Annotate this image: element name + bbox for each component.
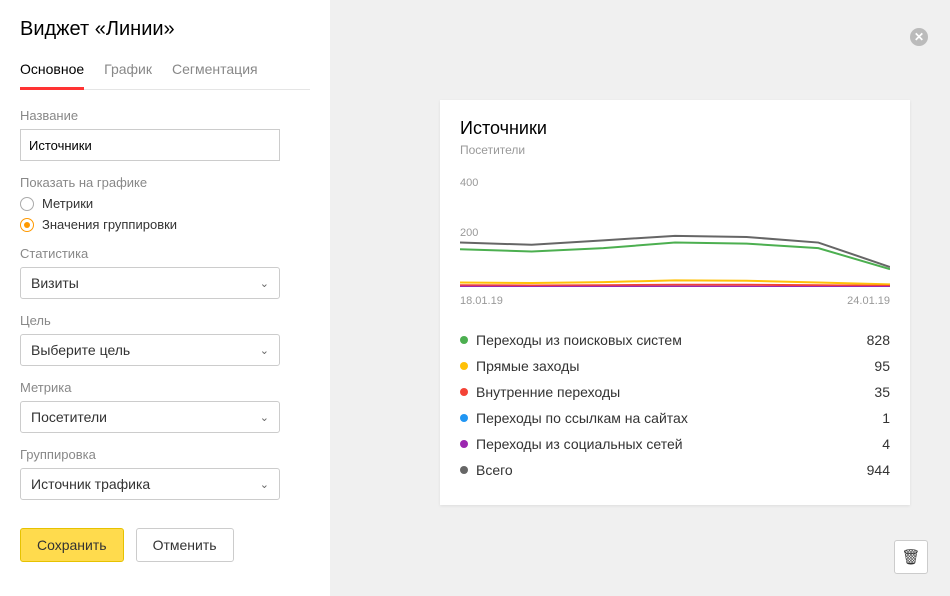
grouping-label: Группировка <box>20 447 310 462</box>
chevron-down-icon: ⌄ <box>260 277 269 290</box>
goal-select[interactable]: Выберите цель ⌄ <box>20 334 280 366</box>
legend: Переходы из поисковых систем 828 Прямые за… <box>460 327 890 483</box>
legend-dot-icon <box>460 362 468 370</box>
goal-value: Выберите цель <box>31 342 130 358</box>
line-chart: 400 200 18.01.19 24.01.19 <box>460 177 890 307</box>
button-row: Сохранить Отменить <box>20 528 310 562</box>
legend-label: Переходы по ссылкам на сайтах <box>476 410 688 426</box>
legend-dot-icon <box>460 440 468 448</box>
save-button[interactable]: Сохранить <box>20 528 124 562</box>
statistic-select[interactable]: Визиты ⌄ <box>20 267 280 299</box>
legend-label: Прямые заходы <box>476 358 579 374</box>
grouping-select[interactable]: Источник трафика ⌄ <box>20 468 280 500</box>
show-radio-group: Метрики Значения группировки <box>20 196 310 232</box>
delete-button[interactable]: 🗑 <box>894 540 928 574</box>
legend-dot-icon <box>460 388 468 396</box>
cancel-button[interactable]: Отменить <box>136 528 234 562</box>
legend-dot-icon <box>460 336 468 344</box>
legend-row: Переходы из поисковых систем 828 <box>460 327 890 353</box>
legend-row: Прямые заходы 95 <box>460 353 890 379</box>
radio-grouping-label: Значения группировки <box>42 217 177 232</box>
legend-label: Внутренние переходы <box>476 384 620 400</box>
legend-row: Внутренние переходы 35 <box>460 379 890 405</box>
preview-card: Источники Посетители 400 200 18.01.19 24… <box>440 100 910 505</box>
chart-svg <box>460 187 890 287</box>
legend-value: 95 <box>874 358 890 374</box>
legend-value: 4 <box>882 436 890 452</box>
chevron-down-icon: ⌄ <box>260 478 269 491</box>
radio-metrics-label: Метрики <box>42 196 93 211</box>
legend-value: 828 <box>867 332 890 348</box>
legend-label: Переходы из социальных сетей <box>476 436 683 452</box>
sidebar-panel: Виджет «Линии» Основное График Сегментац… <box>0 0 330 596</box>
close-button[interactable]: ✕ <box>910 28 928 46</box>
tab-main[interactable]: Основное <box>20 61 84 90</box>
name-input[interactable] <box>20 129 280 161</box>
metric-value: Посетители <box>31 409 107 425</box>
radio-metrics[interactable]: Метрики <box>20 196 310 211</box>
legend-dot-icon <box>460 414 468 422</box>
legend-value: 944 <box>867 462 890 478</box>
chevron-down-icon: ⌄ <box>260 344 269 357</box>
grouping-value: Источник трафика <box>31 476 150 492</box>
legend-value: 35 <box>874 384 890 400</box>
radio-grouping[interactable]: Значения группировки <box>20 217 310 232</box>
legend-value: 1 <box>882 410 890 426</box>
legend-row: Переходы по ссылкам на сайтах 1 <box>460 405 890 431</box>
tab-graph[interactable]: График <box>104 61 152 89</box>
radio-icon <box>20 197 34 211</box>
x-start: 18.01.19 <box>460 295 503 307</box>
metric-select[interactable]: Посетители ⌄ <box>20 401 280 433</box>
preview-title: Источники <box>460 118 890 139</box>
legend-row: Переходы из социальных сетей 4 <box>460 431 890 457</box>
statistic-value: Визиты <box>31 275 79 291</box>
close-icon: ✕ <box>910 28 928 46</box>
preview-subtitle: Посетители <box>460 143 890 157</box>
widget-title: Виджет «Линии» <box>20 18 310 41</box>
x-end: 24.01.19 <box>847 295 890 307</box>
legend-dot-icon <box>460 466 468 474</box>
legend-row: Всего 944 <box>460 457 890 483</box>
trash-icon: 🗑 <box>901 548 920 566</box>
goal-label: Цель <box>20 313 310 328</box>
tab-segmentation[interactable]: Сегментация <box>172 61 258 89</box>
show-on-chart-label: Показать на графике <box>20 175 310 190</box>
tabs: Основное График Сегментация <box>20 61 310 90</box>
legend-label: Переходы из поисковых систем <box>476 332 682 348</box>
metric-label: Метрика <box>20 380 310 395</box>
statistic-label: Статистика <box>20 246 310 261</box>
radio-icon <box>20 218 34 232</box>
chevron-down-icon: ⌄ <box>260 411 269 424</box>
name-label: Название <box>20 108 310 123</box>
legend-label: Всего <box>476 462 513 478</box>
